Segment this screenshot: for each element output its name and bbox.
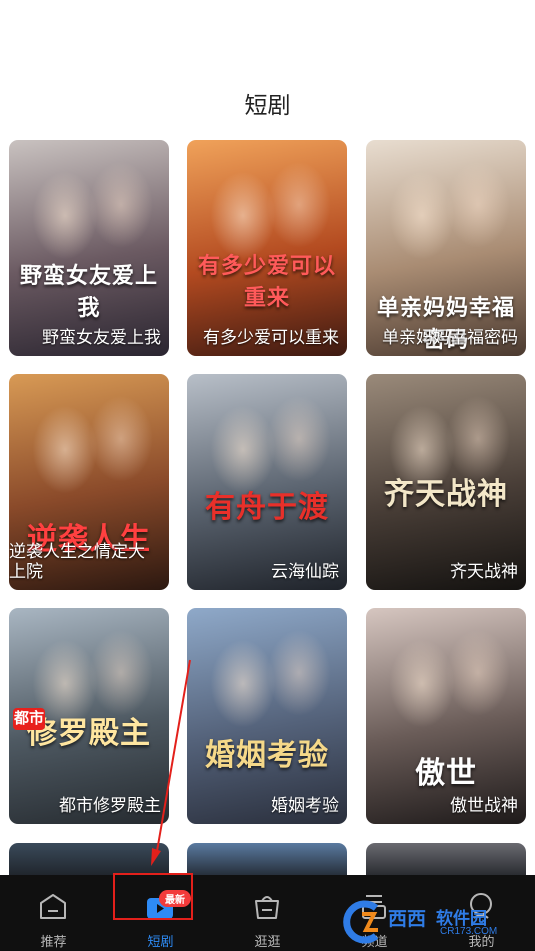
drama-card[interactable]: 野蛮女友爱上我 野蛮女友爱上我 [9,140,169,356]
poster-title: 野蛮女友爱上我 [19,263,158,321]
bag-icon [255,896,279,919]
drama-title-line2: 上院 [9,562,43,581]
drama-card[interactable]: 逆袭人生 逆袭人生之情定大 上院 [9,374,169,590]
tab-label: 推荐 [40,934,67,949]
watermark-url: CR173.COM [440,926,498,937]
tab-browse[interactable]: 逛逛 [214,875,321,951]
watermark: 西西 软件园 CR173.COM [336,900,516,946]
tab-label: 逛逛 [254,934,281,949]
drama-title: 单亲妈妈幸福密码 [382,328,518,347]
poster-title: 傲世 [415,756,477,791]
drama-title: 野蛮女友爱上我 [42,328,161,347]
drama-card[interactable]: 傲世傲世战神 [366,608,526,824]
drama-title: 有多少爱可以重来 [203,328,339,347]
poster-title: 有多少爱可以重来 [197,253,336,311]
drama-card[interactable]: 齐天战神 齐天战神 [366,374,526,590]
drama-title: 婚姻考验 [271,796,339,815]
highlight-box [113,873,193,920]
drama-card[interactable]: 有舟于渡云海仙踪 [187,374,347,590]
tab-recommend[interactable]: 推荐 [0,875,107,951]
drama-card[interactable]: 婚姻考验 婚姻考验 [187,608,347,824]
watermark-text: 西西 [388,909,427,930]
drama-card[interactable]: 有多少爱可以重来 有多少爱可以重来 [187,140,347,356]
category-badge: 都市 [13,708,45,730]
drama-title: 齐天战神 [450,562,518,581]
drama-card[interactable]: 修罗殿主 都市 都市修罗殿主 [9,608,169,824]
home-icon [40,894,66,919]
drama-title: 云海仙踪 [271,562,339,581]
tab-label: 短剧 [147,934,174,949]
page-title: 短剧 [244,92,291,118]
drama-title: 傲世战神 [450,796,518,815]
poster-title: 有舟于渡 [205,490,329,525]
drama-card[interactable]: 单亲妈妈幸福密码 单亲妈妈幸福密码 [366,140,526,356]
drama-title: 都市修罗殿主 [59,796,161,815]
poster-title: 齐天战神 [384,477,508,512]
poster-title: 婚姻考验 [205,738,329,773]
watermark-logo-icon [343,900,379,944]
